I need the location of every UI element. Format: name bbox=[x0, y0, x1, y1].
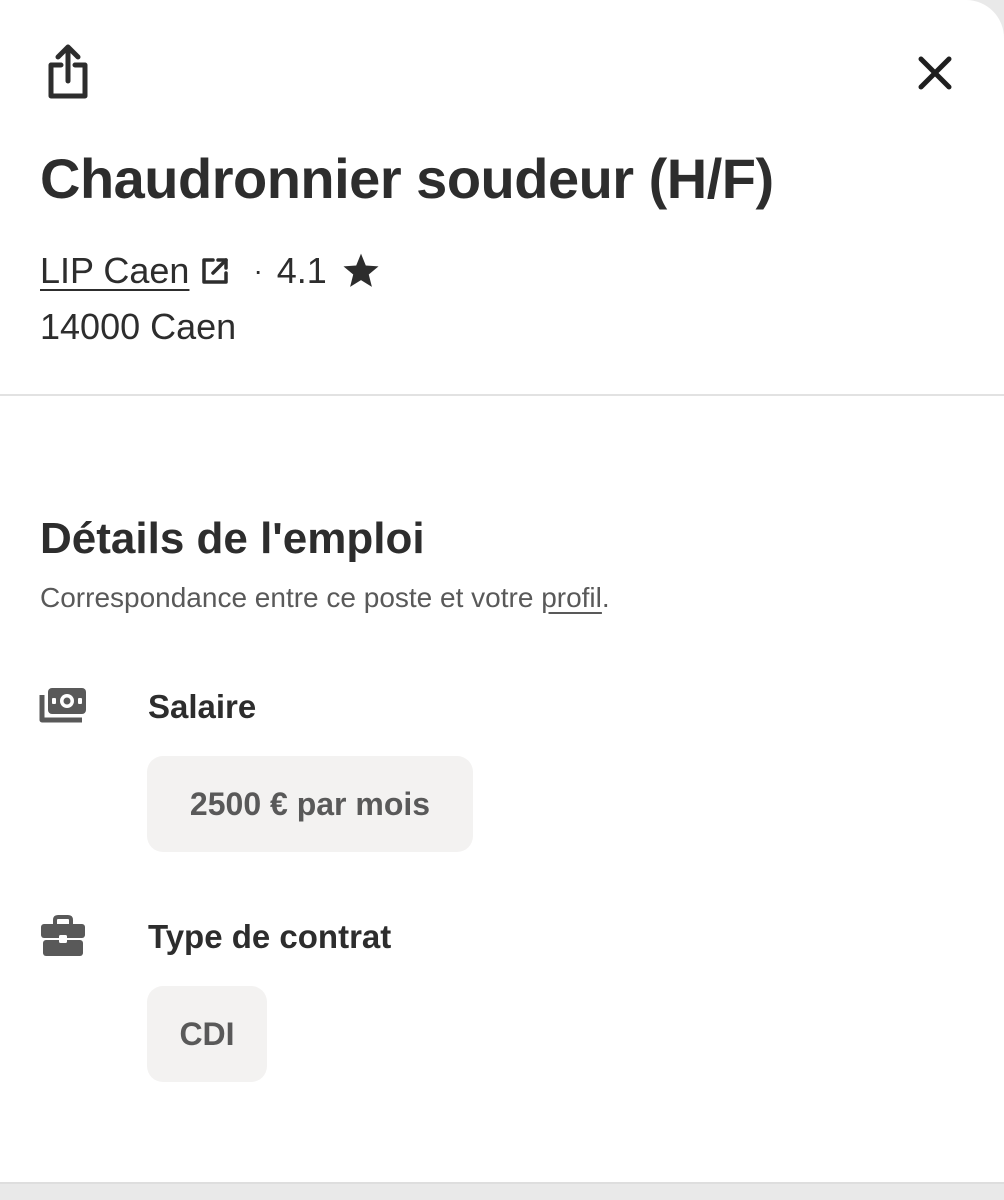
job-location: 14000 Caen bbox=[40, 306, 237, 347]
salary-chip[interactable]: 2500 € par mois bbox=[147, 756, 473, 852]
close-icon bbox=[918, 56, 952, 90]
company-link[interactable]: LIP Caen bbox=[40, 250, 189, 292]
separator-dot: · bbox=[253, 255, 263, 286]
share-button[interactable] bbox=[38, 40, 98, 104]
divider bbox=[0, 394, 1004, 396]
contract-type-chip[interactable]: CDI bbox=[147, 986, 267, 1082]
job-title: Chaudronnier soudeur (H/F) bbox=[40, 147, 774, 210]
job-detail-sheet: Chaudronnier soudeur (H/F) LIP Caen · 4.… bbox=[0, 0, 1004, 1184]
star-icon bbox=[341, 252, 381, 290]
contract-type-label: Type de contrat bbox=[148, 918, 392, 955]
company-rating: 4.1 bbox=[276, 250, 327, 291]
external-link-icon[interactable] bbox=[199, 255, 231, 287]
subtitle-text: Correspondance entre ce poste et votre bbox=[40, 582, 542, 613]
profile-link[interactable]: profil bbox=[541, 582, 602, 613]
section-title: Détails de l'emploi bbox=[40, 514, 425, 563]
subtitle-period: . bbox=[601, 582, 610, 613]
salary-label: Salaire bbox=[148, 688, 257, 725]
bottom-divider bbox=[0, 1182, 1004, 1184]
close-button[interactable] bbox=[904, 42, 966, 104]
company-row: LIP Caen · 4.1 bbox=[40, 246, 381, 296]
money-icon bbox=[38, 686, 88, 726]
share-icon bbox=[46, 43, 90, 101]
section-subtitle: Correspondance entre ce poste et votre p… bbox=[40, 582, 610, 614]
briefcase-icon bbox=[40, 914, 86, 958]
